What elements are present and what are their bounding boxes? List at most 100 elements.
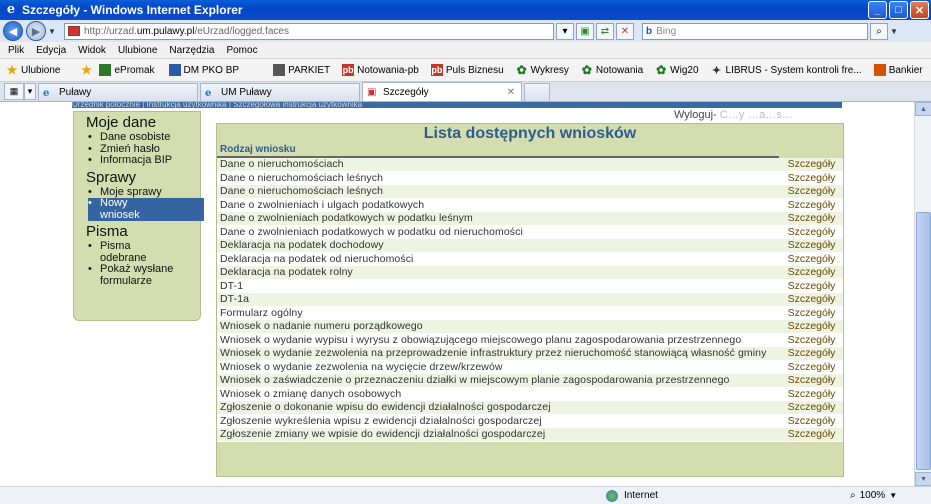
leaf-icon: ✿ (656, 63, 667, 77)
quick-tabs-icon[interactable]: ▦ (4, 83, 24, 100)
details-link[interactable]: Szczegóły (780, 293, 843, 306)
favorite-item[interactable]: ✿ Wig20 (655, 63, 698, 77)
panel-title: Lista dostępnych wniosków (423, 125, 637, 142)
tab-list-dropdown-icon[interactable]: ▾ (24, 83, 36, 100)
favorite-item[interactable]: PARKIET (273, 64, 330, 76)
table-row: Dane o zwolnieniach podatkowych w podatk… (217, 225, 843, 239)
sidebar: Moje dane Dane osobiste Zmień hasło Info… (73, 111, 204, 321)
details-link[interactable]: Szczegóły (780, 280, 843, 293)
details-link[interactable]: Szczegóły (780, 172, 843, 185)
tab-szczegoly[interactable]: ▣ Szczegóły ✕ (362, 82, 522, 101)
applications-panel: Lista dostępnych wniosków Rodzaj wniosku… (216, 123, 844, 477)
security-zone: Internet (606, 489, 658, 502)
sidebar-item-nowy-wniosek[interactable]: Nowy wniosek (88, 197, 204, 221)
tab-um-pulawy[interactable]: e UM Puławy (200, 83, 360, 101)
section-sprawy: Sprawy (86, 168, 137, 186)
details-link[interactable]: Szczegóły (780, 307, 843, 320)
vertical-scrollbar[interactable]: ▲ ▼ (914, 102, 931, 486)
details-link[interactable]: Szczegóły (780, 361, 843, 374)
new-tab-button[interactable] (524, 83, 550, 101)
favorite-item[interactable]: pb Notowania-pb (342, 64, 419, 76)
forward-button[interactable]: ▶ (26, 21, 46, 41)
scroll-up-icon[interactable]: ▲ (915, 102, 931, 116)
sidebar-item-dane-osobiste[interactable]: Dane osobiste (88, 131, 200, 144)
librus-icon: ✦ (711, 64, 722, 77)
favorite-item[interactable]: ePromak (99, 64, 155, 76)
add-favorite-icon[interactable]: ★ (80, 63, 95, 77)
details-link[interactable]: Szczegóły (780, 158, 843, 171)
favorite-item[interactable]: ✿ Notowania (581, 63, 643, 77)
sidebar-item-wyslane-formularze[interactable]: Pokaż wysłane formularze (88, 263, 180, 287)
favorite-item[interactable]: ✿ Wykresy (516, 63, 569, 77)
menu-edycja[interactable]: Edycja (36, 45, 66, 56)
back-button[interactable]: ◀ (3, 21, 23, 41)
details-link[interactable]: Szczegóły (780, 347, 843, 360)
sidebar-item-pisma-odebrane[interactable]: Pisma odebrane (88, 240, 160, 264)
details-link[interactable]: Szczegóły (780, 320, 843, 333)
details-link[interactable]: Szczegóły (780, 401, 843, 414)
search-icon[interactable]: ⌕ (870, 22, 888, 40)
address-dropdown-icon[interactable]: ▾ (556, 22, 574, 40)
logout-link[interactable]: Wyloguj- (674, 109, 720, 121)
refresh-icon[interactable]: ⇄ (596, 22, 614, 40)
favorite-item[interactable]: pb Puls Biznesu (430, 64, 504, 76)
applications-table: Dane o nieruchomościach Szczegóły Dane o n… (217, 158, 843, 442)
details-link[interactable]: Szczegóły (780, 253, 843, 266)
pisma-list: Pisma odebrane Pokaż wysłane formularze (88, 240, 200, 287)
compatibility-icon[interactable]: ▣ (576, 22, 594, 40)
scroll-down-icon[interactable]: ▼ (915, 472, 931, 486)
favorite-item[interactable]: DM PKO BP (168, 64, 239, 76)
tab-pulawy[interactable]: e Puławy (38, 83, 198, 101)
zoom-dropdown-icon[interactable]: ▼ (889, 491, 897, 500)
ie-tab-icon: e (205, 87, 212, 99)
url-prefix: http://urzad. (84, 25, 137, 37)
table-row: Wniosek o zaświadczenie o przeznaczeniu … (217, 374, 843, 388)
close-button[interactable]: ✕ (910, 1, 929, 19)
favorite-label: PARKIET (288, 64, 331, 76)
minimize-button[interactable]: _ (868, 1, 887, 19)
table-row: Dane o nieruchomościach leśnych Szczegóły (217, 185, 843, 199)
menu-narzedzia[interactable]: Narzędzia (169, 45, 214, 56)
section-moje-dane: Moje dane (86, 114, 157, 131)
menu-plik[interactable]: Plik (8, 45, 24, 56)
table-row: Wniosek o wydanie zezwolenia na przeprow… (217, 347, 843, 361)
menu-pomoc[interactable]: Pomoc (226, 45, 257, 56)
details-link[interactable]: Szczegóły (780, 374, 843, 387)
address-input[interactable]: http://urzad. um.pulawy.pl/eUrzad/logged.… (64, 22, 554, 40)
table-row: Wniosek o nadanie numeru porządkowego Szc… (217, 320, 843, 334)
details-link[interactable]: Szczegóły (780, 428, 843, 441)
details-link[interactable]: Szczegóły (780, 212, 843, 225)
sidebar-item-informacja-bip[interactable]: Informacja BIP (88, 154, 200, 167)
stop-icon[interactable]: ✕ (616, 22, 634, 40)
details-link[interactable]: Szczegóły (780, 185, 843, 198)
application-name: Wniosek o zaświadczenie o przeznaczeniu … (220, 374, 730, 386)
add-star-icon: ★ (81, 63, 92, 77)
favorite-item[interactable]: Bankier (873, 64, 923, 76)
favorites-button[interactable]: ★ Ulubione (6, 63, 61, 77)
details-link[interactable]: Szczegóły (780, 415, 843, 428)
maximize-button[interactable]: □ (889, 1, 908, 19)
user-name: C...y ...a...s... (719, 109, 794, 121)
close-tab-icon[interactable]: ✕ (507, 87, 515, 98)
bing-icon: b (646, 25, 653, 37)
favorite-label: Notowania-pb (357, 64, 419, 76)
favorite-item[interactable]: ✦ LIBRUS - System kontroli fre... (711, 64, 862, 77)
table-row: Deklaracja na podatek rolny Szczegóły (217, 266, 843, 280)
zoom-control[interactable]: ⌕ 100% ▼ (850, 490, 897, 501)
menu-widok[interactable]: Widok (78, 45, 106, 56)
details-link[interactable]: Szczegóły (780, 226, 843, 239)
table-row: Deklaracja na podatek dochodowy Szczegóły (217, 239, 843, 253)
history-dropdown-icon[interactable]: ▼ (48, 27, 58, 36)
details-link[interactable]: Szczegóły (780, 334, 843, 347)
search-input[interactable]: b Bing (642, 22, 868, 40)
scroll-thumb[interactable] (916, 212, 931, 470)
details-link[interactable]: Szczegóły (780, 266, 843, 279)
details-link[interactable]: Szczegóły (780, 199, 843, 212)
menu-ulubione[interactable]: Ulubione (118, 45, 157, 56)
search-options-icon[interactable]: ▼ (890, 27, 900, 36)
application-name: Dane o zwolnieniach i ulgach podatkowych (220, 198, 425, 211)
favorites-label: Ulubione (21, 64, 61, 76)
favorite-label: Wykresy (530, 64, 569, 76)
details-link[interactable]: Szczegóły (780, 239, 843, 252)
details-link[interactable]: Szczegóły (780, 388, 843, 401)
